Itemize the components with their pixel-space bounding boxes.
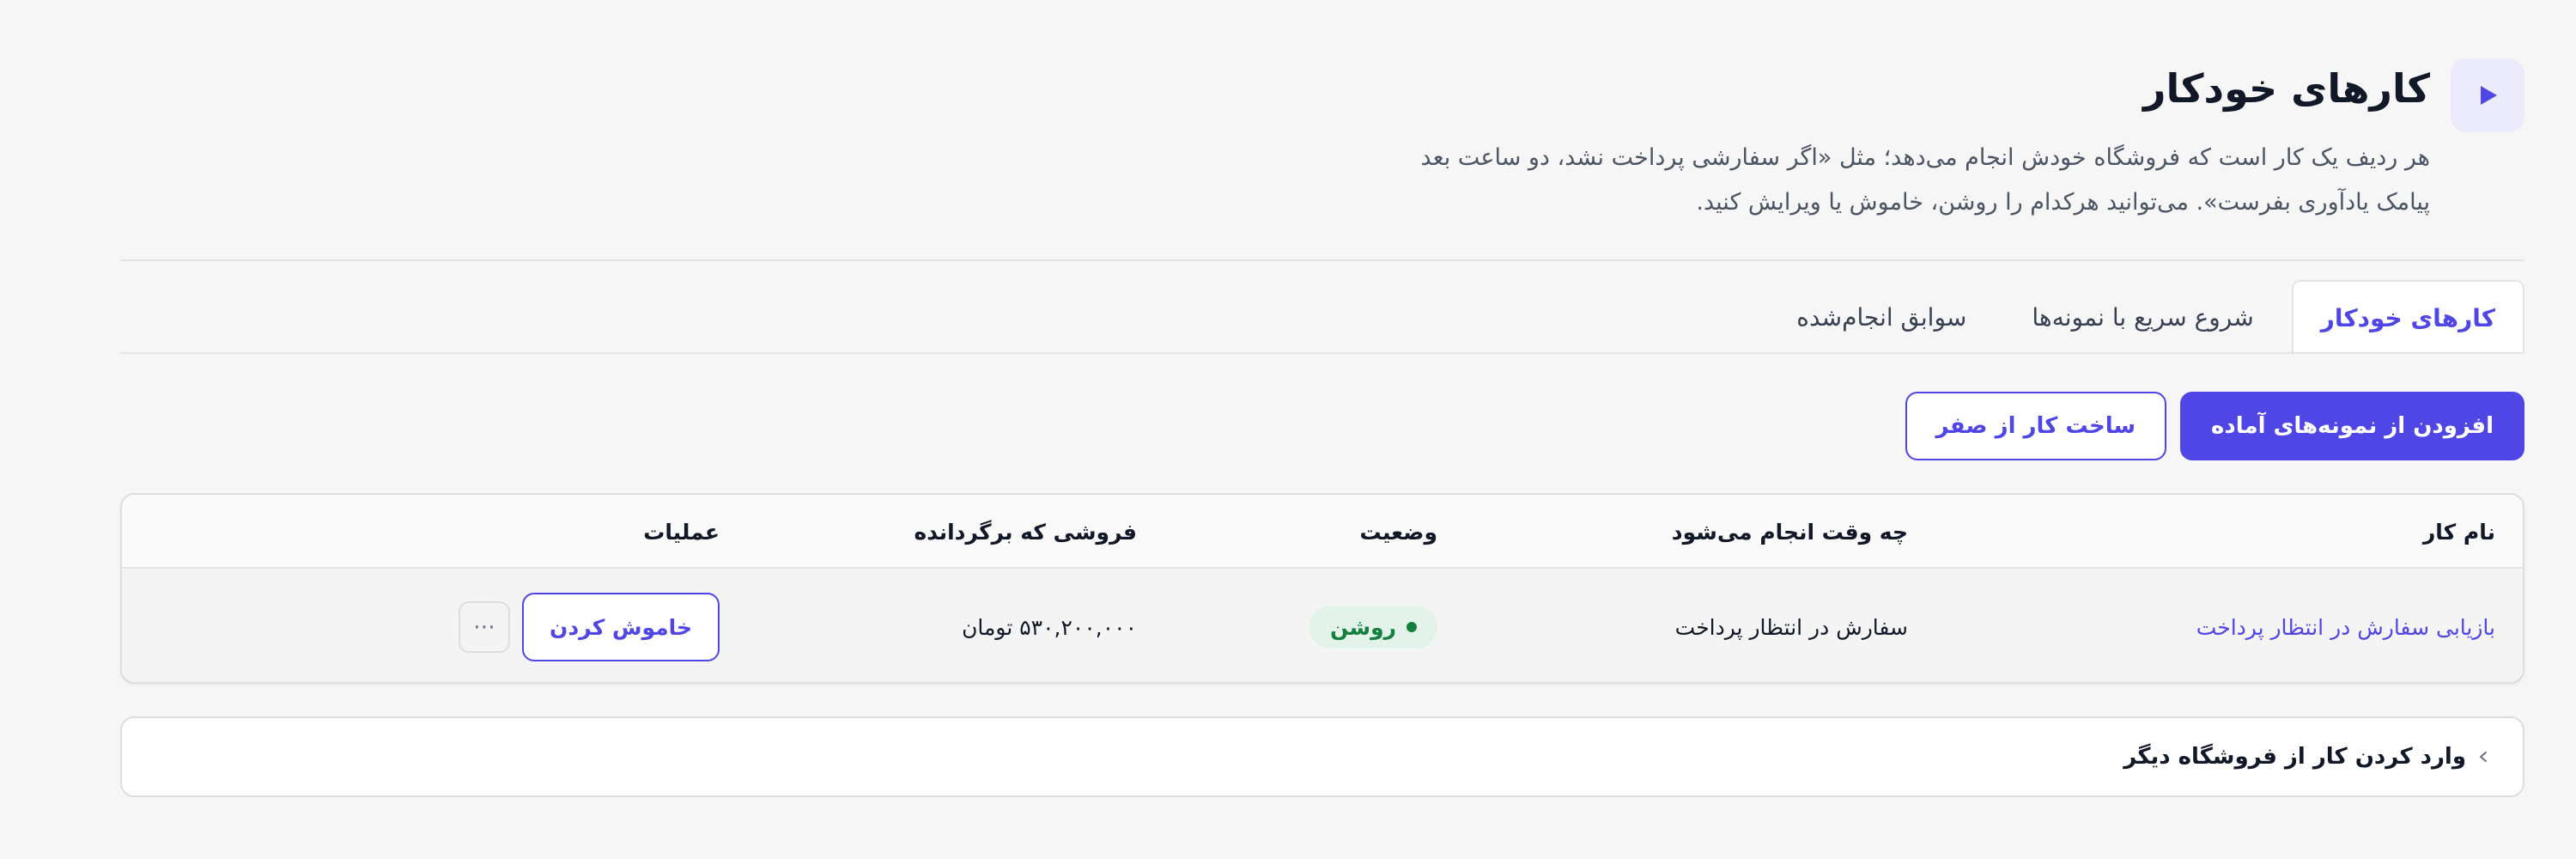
import-label: وارد کردن کار از فروشگاه دیگر [2123,744,2466,770]
tab-automations[interactable]: کارهای خودکار [2291,280,2524,354]
column-header-operations: عملیات [643,519,720,545]
page-description: هر ردیف یک کار است که فروشگاه خودش انجام… [1420,144,2430,216]
column-header-name: نام کار [2422,519,2495,545]
operations-cell: خاموش کردن ⋯ [458,570,720,682]
create-from-scratch-button[interactable]: ساخت کار از صفر [1905,392,2167,460]
page-title: کارهای خودکار [2143,65,2430,112]
status-dot-icon [1406,622,1417,632]
action-bar: افزودن از نمونه‌های آماده ساخت کار از صف… [1905,392,2524,460]
turn-off-button[interactable]: خاموش کردن [521,593,720,661]
page-header: کارهای خودکار هر ردیف یک کار است که فروش… [120,57,2524,259]
status-badge: روشن [1309,606,1437,649]
status-cell: روشن [1309,570,1437,682]
chevron-left-icon [2476,718,2490,795]
import-from-other-store-toggle[interactable]: وارد کردن کار از فروشگاه دیگر [120,716,2524,797]
header-divider [120,259,2524,261]
column-header-status: وضعیت [1359,519,1437,545]
status-badge-label: روشن [1329,614,1396,640]
more-options-icon[interactable]: ⋯ [458,601,510,653]
automation-trigger: سفارش در انتظار پرداخت [1674,614,1908,640]
automation-name-link[interactable]: بازیابی سفارش در انتظار پرداخت [2196,570,2495,682]
tab-bar: کارهای خودکار شروع سریع با نمونه‌ها سواب… [1759,280,2524,354]
table-header: نام کار چه وقت انجام می‌شود وضعیت فروشی … [122,495,2523,569]
column-header-when: چه وقت انجام می‌شود [1671,519,1908,545]
column-header-recovered-sales: فروشی که برگردانده [914,519,1137,545]
automations-table: نام کار چه وقت انجام می‌شود وضعیت فروشی … [120,493,2524,684]
play-icon [2451,58,2524,132]
tabs-divider [120,352,2524,354]
add-from-templates-button[interactable]: افزودن از نمونه‌های آماده [2180,392,2524,460]
table-row: بازیابی سفارش در انتظار پرداخت سفارش در … [122,570,2523,682]
tab-quick-start-templates[interactable]: شروع سریع با نمونه‌ها [2004,280,2281,354]
recovered-sales-value: ۵۳۰,۲۰۰,۰۰۰ تومان [962,614,1137,640]
automations-page: کارهای خودکار هر ردیف یک کار است که فروش… [120,0,2524,859]
tab-run-history[interactable]: سوابق انجام‌شده [1769,280,1994,354]
